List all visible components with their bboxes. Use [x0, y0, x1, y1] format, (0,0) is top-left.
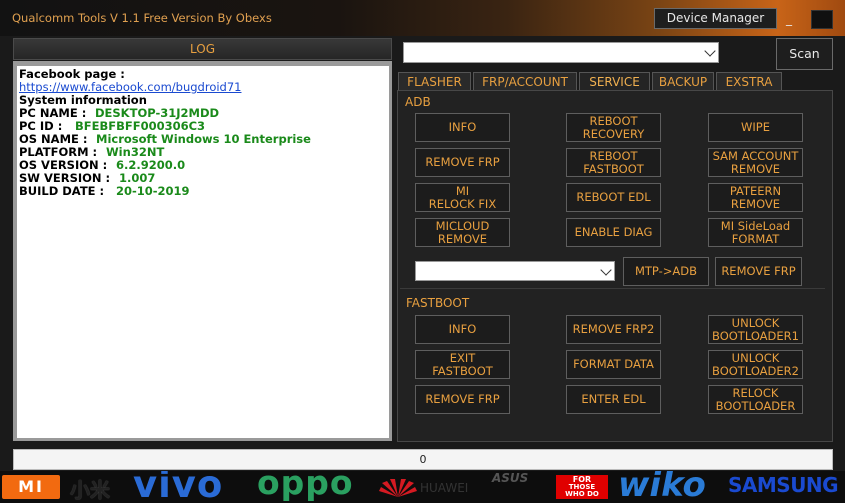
device-select[interactable]	[403, 42, 719, 63]
device-manager-button[interactable]: Device Manager	[654, 8, 777, 29]
adb-wipe-button[interactable]: WIPE	[708, 113, 803, 142]
close-button[interactable]	[811, 10, 833, 29]
log-row-build-date: BUILD DATE :20-10-2019	[19, 184, 190, 198]
fastboot-remove-frp2-button[interactable]: REMOVE FRP2	[566, 315, 661, 344]
fastboot-unlock-bootloader1-button[interactable]: UNLOCK BOOTLOADER1	[708, 315, 803, 344]
fastboot-relock-bootloader-button[interactable]: RELOCK BOOTLOADER	[708, 385, 803, 414]
adb-remove-frp-2-button[interactable]: REMOVE FRP	[715, 257, 802, 286]
adb-section-title: ADB	[405, 95, 431, 109]
adb-reboot-fastboot-button[interactable]: REBOOT FASTBOOT	[566, 148, 661, 177]
huawei-logo: HUAWEI	[420, 481, 469, 495]
fastboot-enter-edl-button[interactable]: ENTER EDL	[566, 385, 661, 414]
log-header: LOG	[13, 38, 392, 60]
title-bar: Qualcomm Tools V 1.1 Free Version By Obe…	[0, 0, 845, 36]
tab-exstra[interactable]: EXSTRA	[716, 72, 782, 91]
facebook-link[interactable]: https://www.facebook.com/bugdroid71	[19, 80, 241, 94]
tab-backup[interactable]: BACKUP	[652, 72, 714, 91]
adb-pattern-remove-button[interactable]: PATEERN REMOVE	[708, 183, 803, 212]
log-output[interactable]: Facebook page : https://www.facebook.com…	[17, 66, 389, 438]
mtp-adb-button[interactable]: MTP->ADB	[623, 257, 709, 286]
adb-reboot-recovery-button[interactable]: REBOOT RECOVERY	[566, 113, 661, 142]
vivo-logo: vivo	[133, 471, 224, 503]
mi-logo: MI	[2, 475, 60, 499]
adb-info-button[interactable]: INFO	[415, 113, 510, 142]
oppo-logo: oppo	[257, 471, 354, 502]
fastboot-section-title: FASTBOOT	[406, 296, 470, 310]
asus-logo: ASUS	[492, 471, 529, 485]
wiko-logo: wiko	[618, 471, 706, 503]
adb-reboot-edl-button[interactable]: REBOOT EDL	[566, 183, 661, 212]
adb-mode-select[interactable]	[415, 261, 615, 281]
adb-mi-sideload-format-button[interactable]: MI SideLoad FORMAT	[708, 218, 803, 247]
chevron-down-icon	[704, 45, 716, 57]
tab-service[interactable]: SERVICE	[579, 72, 650, 92]
brand-logos-bar: MI 小米 vivo oppo HUAWEI ASUS FOR THOSE WH…	[0, 471, 845, 503]
progress-bar: 0	[13, 449, 833, 470]
adb-mi-relock-fix-button[interactable]: MI RELOCK FIX	[415, 183, 510, 212]
fastboot-remove-frp-button[interactable]: REMOVE FRP	[415, 385, 510, 414]
scan-button[interactable]: Scan	[776, 38, 833, 70]
adb-enable-diag-button[interactable]: ENABLE DIAG	[566, 218, 661, 247]
chevron-down-icon	[600, 264, 612, 276]
samsung-logo: SAMSUNG	[728, 473, 839, 497]
fastboot-unlock-bootloader2-button[interactable]: UNLOCK BOOTLOADER2	[708, 350, 803, 379]
adb-micloud-remove-button[interactable]: MICLOUD REMOVE	[415, 218, 510, 247]
huawei-icon	[378, 477, 418, 497]
adb-sam-account-remove-button[interactable]: SAM ACCOUNT REMOVE	[708, 148, 803, 177]
tab-frp-account[interactable]: FRP/ACCOUNT	[473, 72, 577, 91]
adb-remove-frp-button[interactable]: REMOVE FRP	[415, 148, 510, 177]
fastboot-exit-button[interactable]: EXIT FASTBOOT	[415, 350, 510, 379]
fastboot-format-data-button[interactable]: FORMAT DATA	[566, 350, 661, 379]
fastboot-info-button[interactable]: INFO	[415, 315, 510, 344]
lenovo-for-badge: FOR THOSE WHO DO	[556, 475, 608, 499]
app-title: Qualcomm Tools V 1.1 Free Version By Obe…	[12, 11, 272, 25]
xiaomi-cn-logo: 小米	[70, 478, 110, 502]
tab-flasher[interactable]: FLASHER	[398, 72, 471, 91]
section-divider	[400, 288, 825, 289]
minimize-button[interactable]: _	[786, 12, 792, 26]
